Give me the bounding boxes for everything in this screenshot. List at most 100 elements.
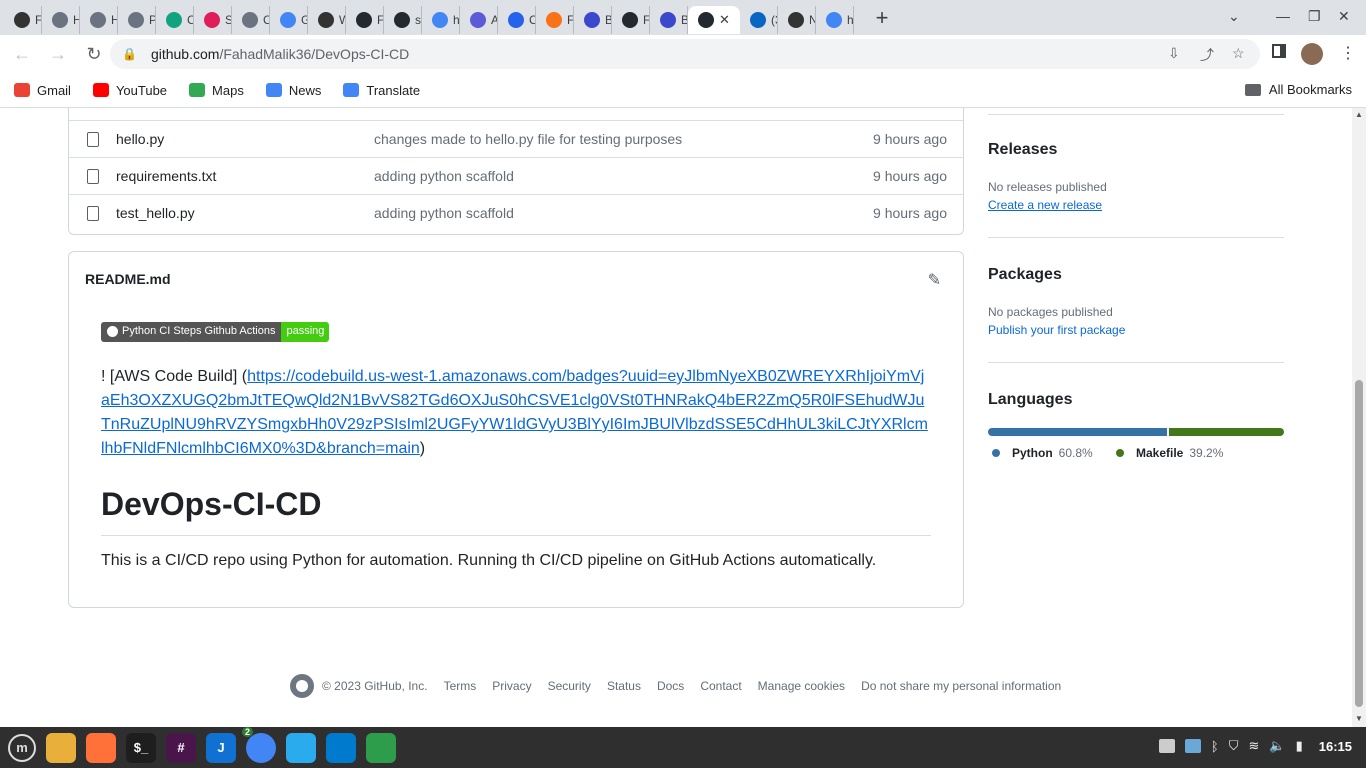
forward-icon[interactable]: → <box>44 44 72 65</box>
bookmark-youtube[interactable]: YouTube <box>92 83 167 98</box>
file-name[interactable]: test_hello.py <box>116 205 195 221</box>
joplin-glyph: J <box>217 740 225 755</box>
bookmark-news[interactable]: News <box>265 83 321 98</box>
slack-app-icon[interactable]: # <box>166 732 196 763</box>
tab-6[interactable]: Co <box>232 5 270 34</box>
chrome-app-icon[interactable]: 2 <box>242 726 276 763</box>
footer-link-do-not-share-my-personal-information[interactable]: Do not share my personal information <box>861 679 1061 693</box>
tab-17[interactable]: Bu <box>650 5 688 34</box>
file-row[interactable]: hello.py changes made to hello.py file fo… <box>69 120 963 157</box>
footer-link-status[interactable]: Status <box>607 679 641 693</box>
wifi-icon[interactable]: ≋ <box>1249 738 1260 754</box>
avatar[interactable] <box>1301 43 1323 65</box>
file-name[interactable]: hello.py <box>116 131 164 147</box>
footer-link-contact[interactable]: Contact <box>700 679 741 693</box>
file-row[interactable]: test_hello.py adding python scaffold 9 hou… <box>69 194 963 231</box>
tab-search-icon[interactable]: ⌄ <box>1228 8 1240 25</box>
tab-5[interactable]: Se <box>194 5 232 34</box>
tab-label: Ch <box>187 13 193 27</box>
back-icon[interactable]: ← <box>8 44 36 65</box>
battery-icon[interactable]: ▮ <box>1296 738 1303 754</box>
scroll-up-icon[interactable]: ▲ <box>1355 110 1363 119</box>
language-item-makefile[interactable]: Makefile 39.2% <box>1116 446 1223 460</box>
tab-18[interactable]: ✕ <box>688 5 740 34</box>
commit-message[interactable]: adding python scaffold <box>374 205 514 221</box>
bookmark-translate[interactable]: Translate <box>343 83 420 98</box>
tab-15[interactable]: Bu <box>574 5 612 34</box>
tab-8[interactable]: W <box>308 5 346 34</box>
volume-icon[interactable]: 🔈 <box>1269 738 1285 754</box>
vscode-app-icon[interactable] <box>326 732 356 763</box>
tab-19[interactable]: (3 <box>740 5 778 34</box>
reload-icon[interactable]: ↻ <box>80 44 108 65</box>
tab-1[interactable]: He <box>42 5 80 34</box>
scroll-thumb[interactable] <box>1355 380 1363 707</box>
tab-10[interactable]: se <box>384 5 422 34</box>
bookmark-star-icon[interactable]: ☆ <box>1232 45 1245 62</box>
tab-14[interactable]: Fu <box>536 5 574 34</box>
file-name[interactable]: requirements.txt <box>116 168 216 184</box>
bookmark-gmail[interactable]: Gmail <box>14 83 71 98</box>
close-window-icon[interactable]: ✕ <box>1338 8 1350 25</box>
firefox-app-icon[interactable] <box>86 732 116 763</box>
google-icon <box>432 11 448 28</box>
files-app-icon[interactable] <box>46 732 76 763</box>
ci-status-badge[interactable]: Python CI Steps Github Actions passing <box>101 322 330 342</box>
publish-package-link[interactable]: Publish your first package <box>988 323 1125 337</box>
tab-20[interactable]: Ne <box>778 5 816 34</box>
install-icon[interactable]: ⇩ <box>1168 45 1180 62</box>
language-item-python[interactable]: Python 60.8% <box>992 446 1093 460</box>
tab-4[interactable]: Ch <box>156 5 194 34</box>
side-panel-icon[interactable] <box>1272 44 1286 58</box>
packages-heading[interactable]: Packages <box>988 266 1062 284</box>
heading-divider <box>101 535 931 536</box>
releases-heading[interactable]: Releases <box>988 141 1057 159</box>
tab-21[interactable]: hc <box>816 5 854 34</box>
tab-12[interactable]: Al <box>460 5 498 34</box>
commit-message[interactable]: adding python scaffold <box>374 168 514 184</box>
joplin-app-icon[interactable]: J <box>206 732 236 763</box>
maximize-icon[interactable]: ❐ <box>1308 8 1321 25</box>
bluetooth-icon[interactable]: ᛒ <box>1211 739 1219 754</box>
address-bar[interactable]: 🔒 github.com/FahadMalik36/DevOps-CI-CD ⇩… <box>110 39 1260 69</box>
minimize-icon[interactable]: — <box>1276 8 1290 24</box>
scroll-down-icon[interactable]: ▼ <box>1355 714 1363 723</box>
window-count-badge: 2 <box>242 726 254 737</box>
terminal-app-icon[interactable]: $_ <box>126 732 156 763</box>
shield-icon[interactable]: ⛉ <box>1229 738 1239 754</box>
footer-link-terms[interactable]: Terms <box>444 679 477 693</box>
tab-9[interactable]: Fa <box>346 5 384 34</box>
all-bookmarks-button[interactable]: All Bookmarks <box>1244 82 1352 97</box>
tab-13[interactable]: Cl <box>498 5 536 34</box>
tab-0[interactable]: Fa <box>4 5 42 34</box>
commit-message[interactable]: changes made to hello.py file for testin… <box>374 131 682 147</box>
clock[interactable]: 16:15 <box>1319 739 1352 754</box>
bookmark-maps[interactable]: Maps <box>189 83 244 98</box>
site-info-icon[interactable]: 🔒 <box>122 47 137 61</box>
github-logo-icon[interactable] <box>290 674 314 698</box>
readme-title[interactable]: README.md <box>85 271 171 287</box>
footer-link-privacy[interactable]: Privacy <box>492 679 531 693</box>
footer-link-manage-cookies[interactable]: Manage cookies <box>758 679 845 693</box>
create-release-link[interactable]: Create a new release <box>988 198 1102 212</box>
close-tab-icon[interactable]: ✕ <box>719 12 730 28</box>
update-icon[interactable] <box>1184 739 1201 753</box>
new-tab-button[interactable]: + <box>870 5 894 31</box>
footer-link-docs[interactable]: Docs <box>657 679 684 693</box>
pencil-icon[interactable]: ✎ <box>928 270 941 290</box>
scrollbar[interactable]: ▲ ▼ <box>1352 108 1366 727</box>
menu-icon[interactable]: ⋮ <box>1340 43 1356 63</box>
file-row[interactable]: requirements.txt adding python scaffold 9 … <box>69 157 963 194</box>
tab-7[interactable]: Go <box>270 5 308 34</box>
start-menu-icon[interactable]: m <box>8 733 36 762</box>
share-icon[interactable]: ⤴ <box>1200 45 1214 65</box>
slack-glyph: # <box>177 740 185 755</box>
vpn-app-icon[interactable] <box>366 732 396 763</box>
tab-16[interactable]: Fa <box>612 5 650 34</box>
tab-2[interactable]: He <box>80 5 118 34</box>
tab-3[interactable]: Pl <box>118 5 156 34</box>
telegram-app-icon[interactable] <box>286 732 316 763</box>
footer-link-security[interactable]: Security <box>548 679 591 693</box>
slack-tray-icon[interactable] <box>1158 739 1175 753</box>
tab-11[interactable]: hc <box>422 5 460 34</box>
